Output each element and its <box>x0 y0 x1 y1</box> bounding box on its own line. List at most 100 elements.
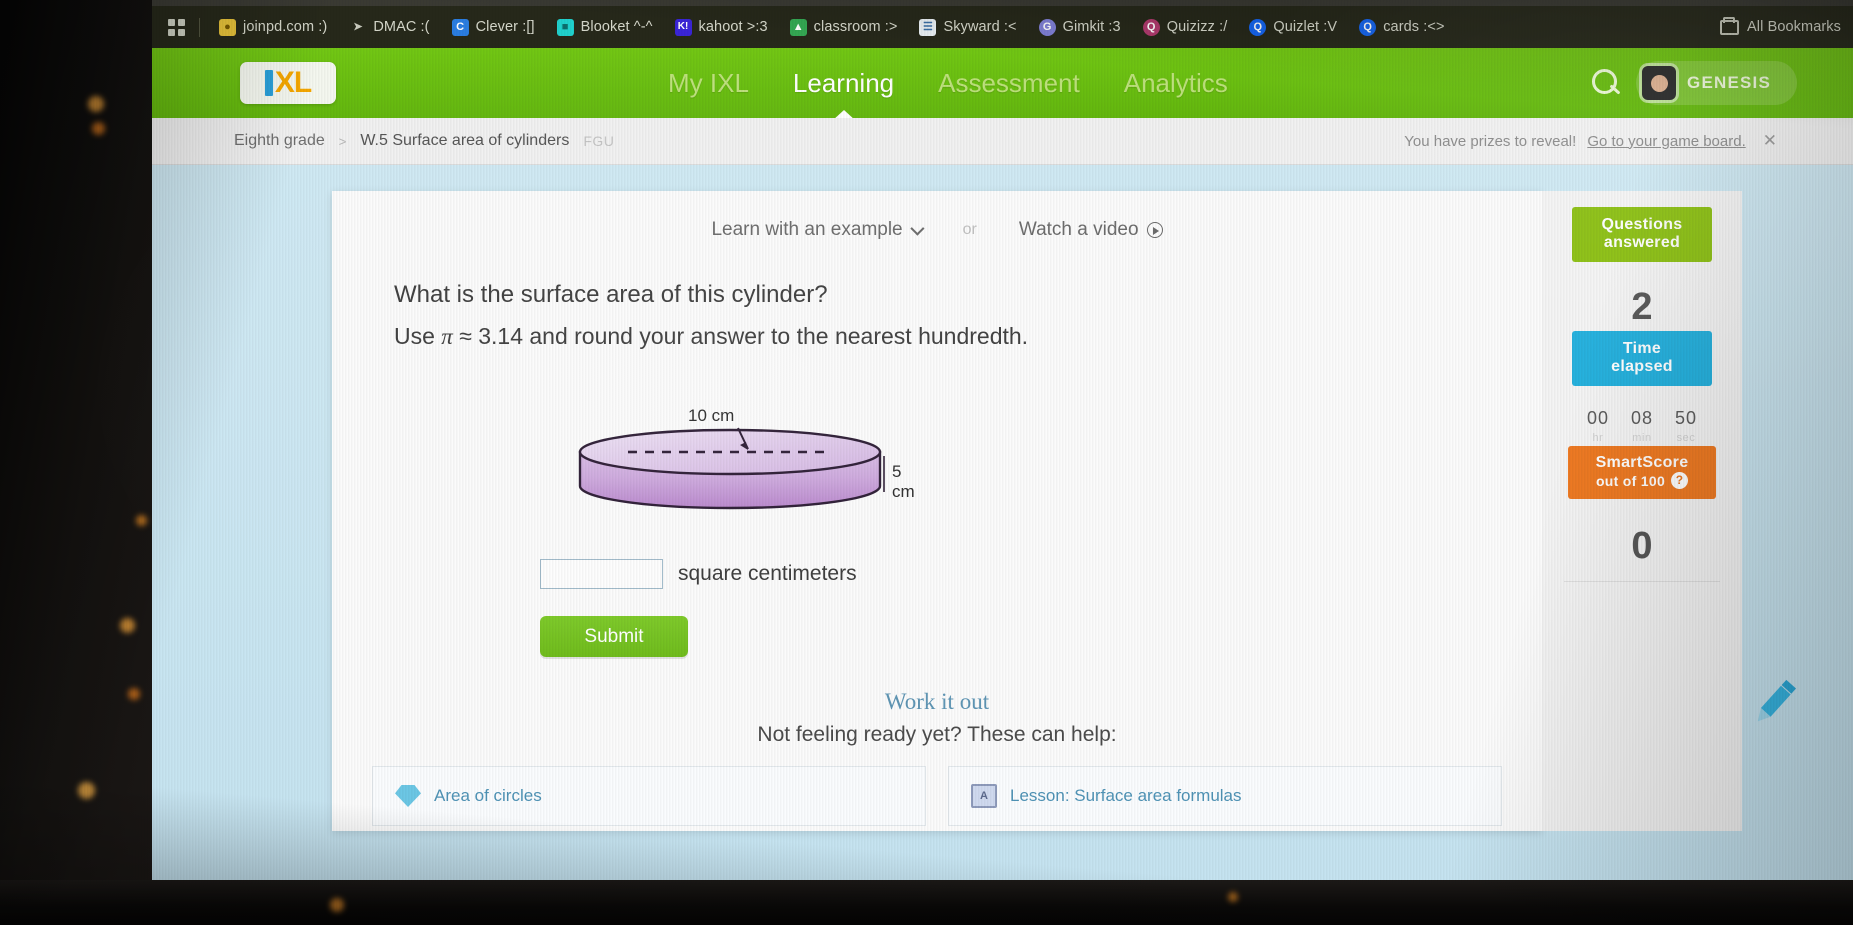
panel-divider <box>1564 581 1720 582</box>
cylinder-svg <box>578 427 885 510</box>
bookmark-joinpd[interactable]: ● joinpd.com :) <box>208 12 338 42</box>
tab-my-ixl[interactable]: My IXL <box>646 68 771 99</box>
bookmarks-bar: ● joinpd.com :) ➤ DMAC :( C Clever :[] ■… <box>152 6 1853 48</box>
bookmark-label: Quizizz :/ <box>1166 19 1228 35</box>
help-card-lesson[interactable]: A Lesson: Surface area formulas <box>948 766 1502 826</box>
all-bookmarks-label: All Bookmarks <box>1747 19 1841 35</box>
apps-grid-icon[interactable] <box>168 18 185 36</box>
search-icon[interactable] <box>1588 66 1622 100</box>
bookmark-label: DMAC :( <box>373 19 430 35</box>
breadcrumb-grade[interactable]: Eighth grade <box>234 132 325 150</box>
screen-bezel-left <box>0 0 152 925</box>
all-bookmarks-button[interactable]: All Bookmarks <box>1720 16 1845 35</box>
bookmark-kahoot[interactable]: K! kahoot >:3 <box>664 12 779 42</box>
watch-video-link[interactable]: Watch a video <box>1019 219 1163 241</box>
ixl-logo[interactable]: XL <box>240 62 336 104</box>
bookmark-dmac[interactable]: ➤ DMAC :( <box>338 12 440 42</box>
game-board-link[interactable]: Go to your game board. <box>1587 133 1745 150</box>
browser-screen: ● joinpd.com :) ➤ DMAC :( C Clever :[] ■… <box>152 0 1853 880</box>
nav-tabs: My IXL Learning Assessment Analytics <box>646 68 1250 121</box>
badge-line2-group: out of 100 ? <box>1595 472 1689 490</box>
skyward-icon: ☰ <box>919 18 937 36</box>
bookmark-classroom[interactable]: ▲ classroom :> <box>779 12 909 42</box>
badge-line1: Time <box>1622 340 1662 357</box>
tab-analytics[interactable]: Analytics <box>1102 68 1250 99</box>
help-card-label: Lesson: Surface area formulas <box>1010 786 1242 805</box>
bookmark-label: Skyward :< <box>943 19 1017 35</box>
badge-line2: answered <box>1603 234 1681 252</box>
gem-icon <box>395 785 421 807</box>
avatar <box>1642 66 1677 100</box>
bookmark-gimkit[interactable]: G Gimkit :3 <box>1028 12 1132 42</box>
breadcrumb-separator-icon: > <box>338 133 347 149</box>
badge-line1: Questions <box>1601 216 1683 233</box>
hours-value: 00 <box>1586 407 1609 428</box>
photo-of-screen: ● joinpd.com :) ➤ DMAC :( C Clever :[] ■… <box>0 0 1853 925</box>
bookmark-blooket[interactable]: ■ Blooket ^-^ <box>546 12 664 42</box>
height-label: 5 cm <box>892 462 915 501</box>
minutes-value: 08 <box>1630 407 1654 428</box>
answer-row: square centimeters <box>540 559 857 589</box>
or-label: or <box>962 221 977 238</box>
play-circle-icon <box>1146 222 1163 238</box>
tab-assessment[interactable]: Assessment <box>916 68 1102 99</box>
screen-bezel-top <box>152 0 1853 6</box>
ixl-navbar: XL My IXL Learning Assessment Analytics … <box>152 48 1853 121</box>
bookmark-label: joinpd.com :) <box>243 19 328 35</box>
help-cards: Area of circles A Lesson: Surface area f… <box>372 766 1502 826</box>
bookmark-label: classroom :> <box>813 19 898 35</box>
help-icon[interactable]: ? <box>1671 472 1689 490</box>
time-elapsed-tile: Time elapsed 00 hr 08 min 50 sec <box>1542 331 1742 444</box>
bookmark-clever[interactable]: C Clever :[] <box>441 12 546 42</box>
username-label: GENESIS <box>1687 73 1771 92</box>
question-instruction: Use π ≈ 3.14 and round your answer to th… <box>394 323 1028 350</box>
elapsed-clock: 00 hr 08 min 50 sec <box>1542 408 1742 444</box>
answer-input[interactable] <box>540 559 663 589</box>
hours-caption: hr <box>1592 431 1604 444</box>
minutes-caption: min <box>1632 431 1652 444</box>
bookmark-quizlet[interactable]: Q Quizlet :V <box>1238 12 1348 42</box>
pencil-icon[interactable] <box>1744 671 1804 731</box>
seconds-caption: sec <box>1676 431 1696 444</box>
logo-bar-icon <box>264 70 273 96</box>
smartscore-tile: SmartScore out of 100 ? 0 <box>1542 446 1742 568</box>
bookmark-quizizz[interactable]: Q Quizizz :/ <box>1132 12 1239 42</box>
time-elapsed-badge: Time elapsed <box>1572 331 1712 386</box>
user-menu-button[interactable]: GENESIS <box>1636 61 1797 105</box>
questions-answered-badge: Questions answered <box>1572 207 1712 262</box>
trophy-icon <box>1367 129 1393 153</box>
smartscore-badge: SmartScore out of 100 ? <box>1568 446 1716 500</box>
bookmark-label: cards :<> <box>1383 19 1445 35</box>
kahoot-k-icon: K! <box>674 18 692 36</box>
score-side-panel: Questions answered 2 Time elapsed 00 hr <box>1542 191 1742 831</box>
learn-label: Learn with an example <box>711 219 903 240</box>
bookmark-skyward[interactable]: ☰ Skyward :< <box>908 12 1027 42</box>
submit-button[interactable]: Submit <box>540 616 688 657</box>
screen-bezel-bottom <box>0 880 1853 925</box>
diameter-label: 10 cm <box>688 406 735 425</box>
clock-hours: 00 hr <box>1587 408 1609 444</box>
help-card-area-of-circles[interactable]: Area of circles <box>372 766 926 826</box>
divider <box>199 17 200 37</box>
bird-icon: ➤ <box>353 20 363 33</box>
help-card-label: Area of circles <box>434 786 542 805</box>
bookmark-label: Clever :[] <box>475 19 535 35</box>
badge-line1: SmartScore <box>1595 454 1689 471</box>
bookmark-label: Quizlet :V <box>1273 19 1338 35</box>
breadcrumb-bar: Eighth grade > W.5 Surface area of cylin… <box>152 118 1853 165</box>
instruction-suffix: ≈ 3.14 and round your answer to the near… <box>452 323 1029 349</box>
quizizz-icon: Q <box>1142 18 1160 36</box>
badge-line2: out of 100 <box>1595 472 1666 489</box>
learn-with-example-link[interactable]: Learn with an example <box>711 219 925 241</box>
bookmark-cards[interactable]: Q cards :<> <box>1348 12 1455 42</box>
pi-symbol: π <box>441 324 453 349</box>
answer-unit-label: square centimeters <box>678 562 857 585</box>
seconds-value: 50 <box>1675 407 1698 428</box>
cylinder-diagram: 10 cm 5 cm <box>570 406 915 536</box>
close-icon[interactable]: ✕ <box>1763 131 1777 151</box>
tab-learning[interactable]: Learning <box>771 68 916 121</box>
work-it-out-subheading: Not feeling ready yet? These can help: <box>757 723 1117 746</box>
clock-seconds: 50 sec <box>1675 408 1697 444</box>
nav-right-group: GENESIS <box>1588 61 1853 105</box>
clever-c-icon: C <box>451 18 469 36</box>
